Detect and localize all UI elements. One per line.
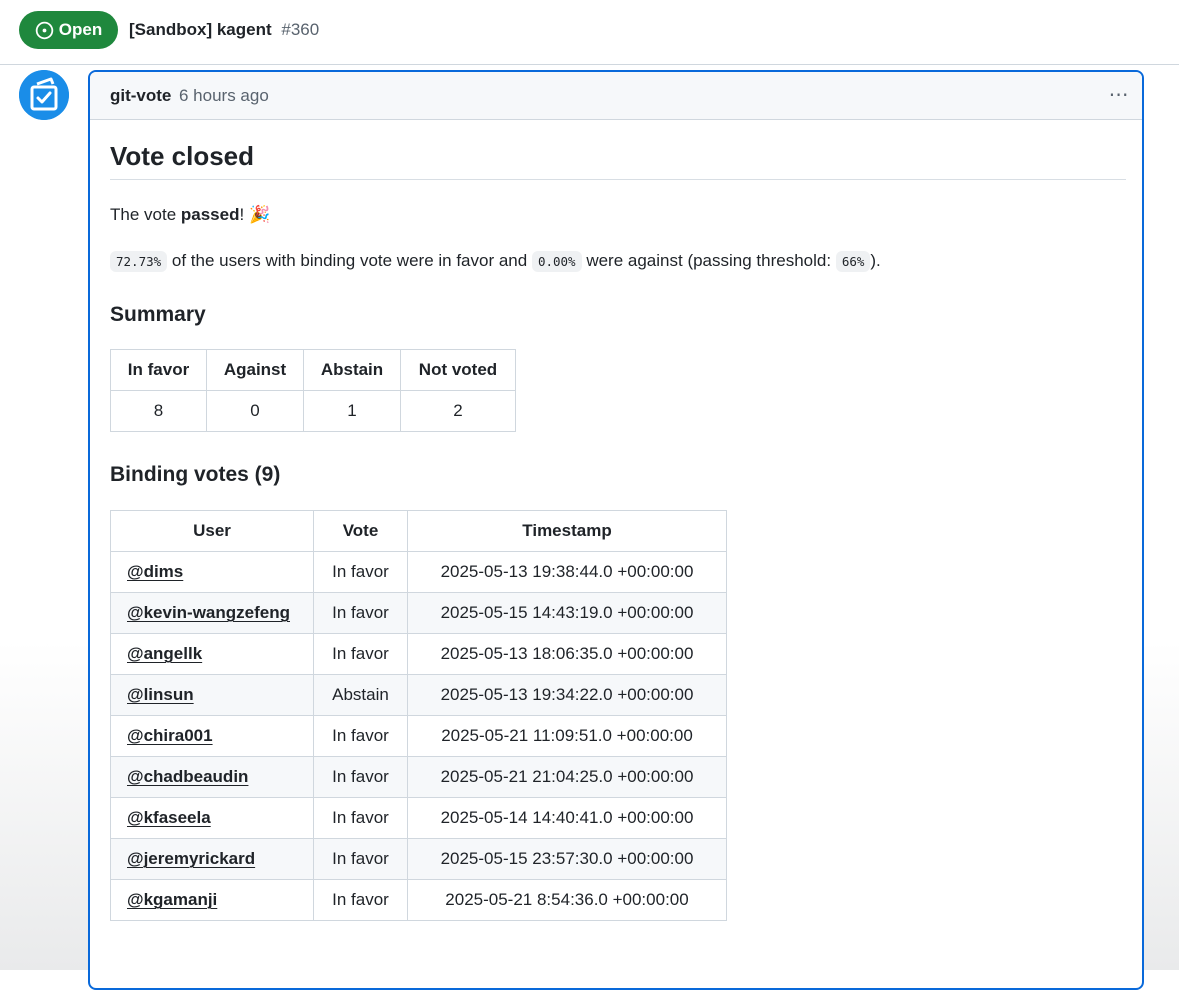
vote-heading: Vote closed (110, 141, 1126, 180)
table-row: @linsun Abstain 2025-05-13 19:34:22.0 +0… (110, 674, 727, 716)
stats-text-3: ). (870, 251, 881, 270)
result-suffix: ! (239, 205, 245, 224)
avatar[interactable] (19, 70, 69, 120)
summary-header-not-voted: Not voted (400, 349, 516, 391)
votes-header-timestamp: Timestamp (407, 510, 727, 552)
user-link[interactable]: @linsun (127, 685, 194, 704)
result-word: passed (180, 205, 240, 224)
vote-cell: In favor (313, 756, 408, 798)
binding-votes-table: User Vote Timestamp @dims In favor 2025-… (110, 510, 727, 921)
threshold-percent: 66% (835, 251, 871, 272)
stats-text-1: of the users with binding vote were in f… (171, 251, 528, 270)
timestamp-cell: 2025-05-21 21:04:25.0 +00:00:00 (407, 756, 727, 798)
summary-table: In favor Against Abstain Not voted 8 0 1… (110, 349, 516, 432)
timestamp-cell: 2025-05-21 11:09:51.0 +00:00:00 (407, 715, 727, 757)
user-cell: @chira001 (110, 715, 314, 757)
table-row: @kevin-wangzefeng In favor 2025-05-15 14… (110, 592, 727, 634)
user-cell: @jeremyrickard (110, 838, 314, 880)
vote-cell: In favor (313, 592, 408, 634)
pr-title-text[interactable]: [Sandbox] kagent (129, 20, 272, 39)
open-state-badge: Open (19, 11, 118, 49)
vote-result-text: The vote passed! 🎉 (110, 203, 270, 227)
user-link[interactable]: @kevin-wangzefeng (127, 603, 290, 622)
user-link[interactable]: @dims (127, 562, 183, 581)
sticky-header: Open [Sandbox] kagent #360 (0, 0, 1179, 65)
pr-number: #360 (281, 20, 320, 39)
in-favor-percent: 72.73% (110, 251, 168, 272)
summary-header-against: Against (206, 349, 304, 391)
user-cell: @kgamanji (110, 879, 314, 921)
timestamp-cell: 2025-05-13 18:06:35.0 +00:00:00 (407, 633, 727, 675)
summary-not-voted-count: 2 (400, 390, 516, 432)
table-row: @chira001 In favor 2025-05-21 11:09:51.0… (110, 715, 727, 757)
table-row: @kgamanji In favor 2025-05-21 8:54:36.0 … (110, 879, 727, 921)
state-label: Open (58, 20, 103, 39)
user-link[interactable]: @kfaseela (127, 808, 211, 827)
result-prefix: The vote (110, 205, 177, 224)
table-row: @angellk In favor 2025-05-13 18:06:35.0 … (110, 633, 727, 675)
summary-heading: Summary (110, 303, 206, 326)
user-link[interactable]: @jeremyrickard (127, 849, 255, 868)
timestamp-cell: 2025-05-21 8:54:36.0 +00:00:00 (407, 879, 727, 921)
user-cell: @angellk (110, 633, 314, 675)
vote-cell: In favor (313, 797, 408, 839)
comment-timestamp[interactable]: 6 hours ago (179, 86, 269, 106)
votes-header-vote: Vote (313, 510, 408, 552)
summary-header-abstain: Abstain (303, 349, 401, 391)
pr-title: [Sandbox] kagent #360 (129, 19, 319, 41)
user-link[interactable]: @kgamanji (127, 890, 217, 909)
user-cell: @kevin-wangzefeng (110, 592, 314, 634)
vote-cell: In favor (313, 879, 408, 921)
vote-stats-text: 72.73% of the users with binding vote we… (110, 248, 881, 275)
binding-votes-heading: Binding votes (9) (110, 463, 281, 486)
comment-header: git-vote 6 hours ago ⋯ (90, 72, 1142, 120)
vote-comment: git-vote 6 hours ago ⋯ Vote closed The v… (88, 70, 1144, 990)
user-link[interactable]: @angellk (127, 644, 202, 663)
stats-text-2: were against (passing threshold: (586, 251, 832, 270)
table-row: @chadbeaudin In favor 2025-05-21 21:04:2… (110, 756, 727, 798)
summary-against-count: 0 (206, 390, 304, 432)
user-cell: @dims (110, 551, 314, 593)
vote-cell: Abstain (313, 674, 408, 716)
vote-cell: In favor (313, 551, 408, 593)
timestamp-cell: 2025-05-13 19:38:44.0 +00:00:00 (407, 551, 727, 593)
user-cell: @linsun (110, 674, 314, 716)
vote-cell: In favor (313, 633, 408, 675)
timestamp-cell: 2025-05-13 19:34:22.0 +00:00:00 (407, 674, 727, 716)
timestamp-cell: 2025-05-15 14:43:19.0 +00:00:00 (407, 592, 727, 634)
issue-opened-icon (35, 21, 54, 40)
summary-in-favor-count: 8 (110, 390, 207, 432)
vote-cell: In favor (313, 838, 408, 880)
table-row: @jeremyrickard In favor 2025-05-15 23:57… (110, 838, 727, 880)
kebab-horizontal-icon[interactable]: ⋯ (1106, 82, 1132, 106)
timestamp-cell: 2025-05-14 14:40:41.0 +00:00:00 (407, 797, 727, 839)
user-cell: @kfaseela (110, 797, 314, 839)
comment-author[interactable]: git-vote (110, 86, 171, 106)
user-cell: @chadbeaudin (110, 756, 314, 798)
user-link[interactable]: @chadbeaudin (127, 767, 248, 786)
vote-cell: In favor (313, 715, 408, 757)
summary-header-in-favor: In favor (110, 349, 207, 391)
party-popper-icon: 🎉 (248, 205, 271, 224)
user-link[interactable]: @chira001 (127, 726, 213, 745)
summary-abstain-count: 1 (303, 390, 401, 432)
git-vote-logo-icon (19, 70, 69, 120)
table-row: @dims In favor 2025-05-13 19:38:44.0 +00… (110, 551, 727, 593)
table-row: @kfaseela In favor 2025-05-14 14:40:41.0… (110, 797, 727, 839)
against-percent: 0.00% (531, 251, 582, 272)
votes-header-user: User (110, 510, 314, 552)
timestamp-cell: 2025-05-15 23:57:30.0 +00:00:00 (407, 838, 727, 880)
